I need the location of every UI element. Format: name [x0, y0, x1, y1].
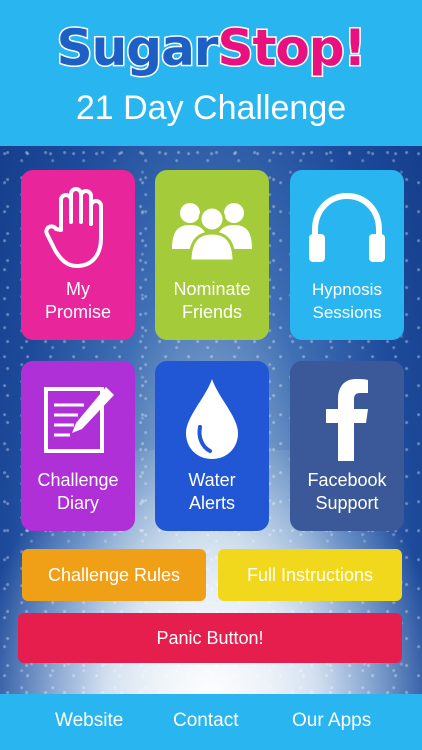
- challenge-rules-button[interactable]: Challenge Rules: [22, 549, 206, 601]
- full-instructions-button[interactable]: Full Instructions: [218, 549, 402, 601]
- header: SugarStop! 21 Day Challenge: [0, 0, 422, 146]
- water-drop-icon: [155, 375, 269, 463]
- group-icon: [155, 184, 269, 272]
- tile-hypnosis-sessions[interactable]: Hypnosis Sessions: [290, 170, 404, 340]
- hand-icon: [21, 184, 135, 272]
- headphones-icon: [290, 184, 404, 272]
- website-link[interactable]: Website: [55, 710, 123, 732]
- challenge-rules-label: Challenge Rules: [47, 565, 181, 585]
- contact-link[interactable]: Contact: [173, 710, 238, 732]
- footer-nav: Website Contact Our Apps: [0, 694, 422, 750]
- tile-label: Nominate Friends: [173, 279, 251, 322]
- diary-icon: [21, 375, 135, 463]
- logo-stop-text: Stop!: [216, 18, 368, 79]
- tile-my-promise[interactable]: My Promise: [21, 170, 135, 340]
- app-logo: SugarStop!: [0, 18, 422, 79]
- tile-label: My Promise: [44, 279, 111, 322]
- page-subtitle: 21 Day Challenge: [75, 89, 347, 127]
- tile-challenge-diary[interactable]: Challenge Diary: [21, 361, 135, 531]
- facebook-icon: [290, 375, 404, 463]
- tile-label: Water Alerts: [188, 470, 236, 513]
- logo-sugar-text: Sugar: [55, 18, 220, 79]
- our-apps-link[interactable]: Our Apps: [292, 710, 371, 732]
- tile-label: Facebook Support: [307, 470, 387, 513]
- tile-label: Challenge Diary: [37, 470, 119, 513]
- panic-button[interactable]: Panic Button!: [18, 613, 402, 663]
- panic-button-label: Panic Button!: [156, 628, 264, 648]
- tile-label: Hypnosis Sessions: [312, 280, 382, 322]
- tile-water-alerts[interactable]: Water Alerts: [155, 361, 269, 531]
- tile-facebook-support[interactable]: Facebook Support: [290, 361, 404, 531]
- tile-nominate-friends[interactable]: Nominate Friends: [155, 170, 269, 340]
- full-instructions-label: Full Instructions: [246, 565, 374, 585]
